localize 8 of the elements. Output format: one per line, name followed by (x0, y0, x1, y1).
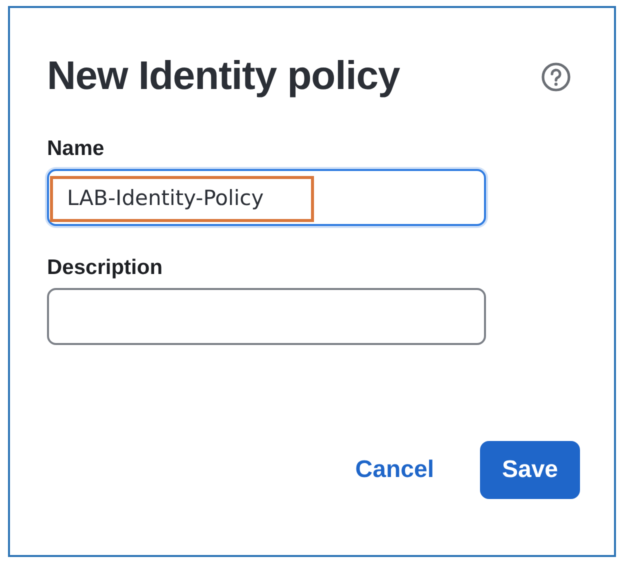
field-label: Name (47, 137, 104, 161)
cancel-button[interactable]: Cancel (355, 456, 434, 484)
input-field[interactable]: LAB-Identity-Policy (47, 169, 486, 226)
save-button[interactable]: Save (480, 441, 580, 499)
help-icon[interactable] (540, 60, 572, 92)
dialog-title: New Identity policy (47, 54, 400, 99)
field-label: Description (47, 256, 163, 280)
input-field[interactable] (47, 288, 486, 345)
